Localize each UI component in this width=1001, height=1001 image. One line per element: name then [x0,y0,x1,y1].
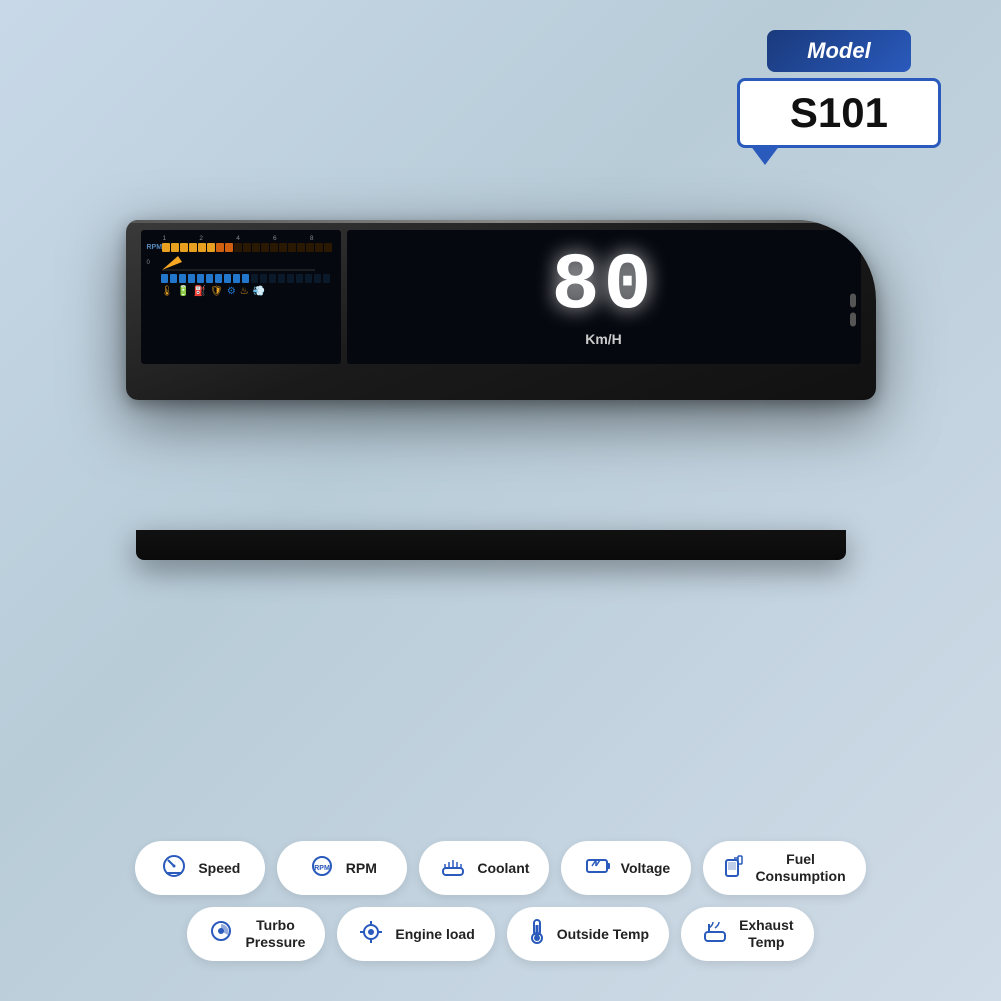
voltage-label: Voltage [621,860,671,877]
feature-fuel: FuelConsumption [703,841,865,895]
device-btn-1[interactable] [850,294,856,308]
device-buttons [850,294,856,327]
outside-temp-label: Outside Temp [557,926,649,943]
fuel-icon: ⛽ [194,286,206,297]
device-btn-2[interactable] [850,313,856,327]
blue-bars [161,274,331,283]
speed-unit: Km/H [585,331,622,347]
model-label: Model [767,30,911,72]
features-row-1: Speed RPM RPM Coolant Voltage [41,841,961,895]
rpm-needle-row: 0 [147,254,335,272]
model-value: S101 [790,89,888,136]
voltage-icon [583,853,611,883]
rpm-scale-numbers: 12468 [161,235,316,242]
fuel-badge-icon [723,852,745,884]
orange-bars [162,243,332,252]
rpm-label: RPM [147,244,163,251]
feature-exhaust: ExhaustTemp [681,907,813,961]
exhaust-icon-lcd: 💨 [253,286,265,297]
thermo-icon: ♨ [240,286,249,297]
rpm-badge-icon: RPM [308,853,336,883]
fuel-label: FuelConsumption [755,851,845,885]
engine-load-icon [357,918,385,950]
model-badge-area: Model S101 [737,30,941,148]
turbo-icon [207,918,235,950]
coolant-label: Coolant [477,860,529,877]
turbo-label: TurboPressure [245,917,305,951]
device-container: 12468 RPM [126,220,876,540]
engine-load-label: Engine load [395,926,474,943]
feature-rpm: RPM RPM [277,841,407,895]
rpm-label-badge: RPM [346,860,377,877]
temp-icon: 🌡 [161,286,174,297]
features-row-2: TurboPressure Engine load Outside Temp E… [41,907,961,961]
feature-coolant: Coolant [419,841,549,895]
device-body: 12468 RPM [126,220,876,400]
feature-engine: Engine load [337,907,494,961]
svg-text:RPM: RPM [314,865,330,872]
shield-icon: 🛡 [210,286,223,297]
battery-icon: 🔋 [177,286,189,297]
exhaust-temp-icon [701,918,729,950]
outside-temp-icon [527,917,547,951]
coolant-icon [439,852,467,884]
lcd-display: 12468 RPM [141,230,861,390]
speed-icon [160,853,188,883]
device-base [136,530,846,560]
status-icons-row: 🌡 🔋 ⛽ 🛡 ⚙ ♨ 💨 [147,286,335,297]
speed-display: 80 [551,247,655,327]
model-value-container: S101 [737,78,941,148]
rpm-needle-svg [160,254,315,272]
lcd-left-panel: 12468 RPM [141,230,341,364]
feature-speed: Speed [135,841,265,895]
engine-icon: ⚙ [227,286,236,297]
exhaust-temp-label: ExhaustTemp [739,917,793,951]
blue-corner-accent [750,145,780,165]
feature-outside-temp: Outside Temp [507,907,669,961]
feature-voltage: Voltage [561,841,691,895]
lcd-right-panel: 80 Km/H [347,230,861,364]
features-grid: Speed RPM RPM Coolant Voltage [41,841,961,961]
speed-label: Speed [198,860,240,877]
feature-turbo: TurboPressure [187,907,325,961]
